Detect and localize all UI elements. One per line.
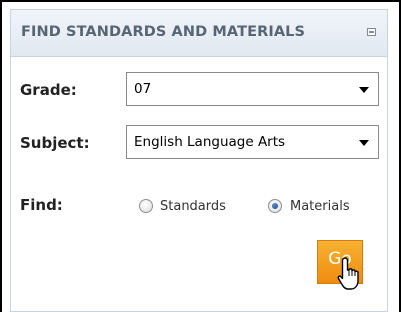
radio-standards[interactable]	[139, 199, 153, 213]
radio-materials-label[interactable]: Materials	[290, 199, 350, 214]
hand-pointer-icon	[337, 257, 359, 290]
frame-border-top	[0, 0, 401, 2]
subject-label: Subject:	[20, 134, 90, 152]
panel-title: FIND STANDARDS AND MATERIALS	[21, 24, 306, 40]
collapse-icon[interactable]	[367, 28, 376, 36]
find-label: Find:	[20, 196, 63, 214]
screenshot-frame: FIND STANDARDS AND MATERIALS Grade: 07 S…	[0, 0, 401, 312]
subject-select-value: English Language Arts	[134, 134, 286, 150]
grade-label: Grade:	[20, 81, 77, 99]
subject-select[interactable]: English Language Arts	[126, 125, 379, 159]
panel-header: FIND STANDARDS AND MATERIALS	[11, 10, 387, 57]
chevron-down-icon	[359, 87, 369, 93]
grade-select-value: 07	[134, 81, 152, 97]
frame-border-left	[0, 0, 2, 312]
radio-materials[interactable]	[268, 199, 282, 213]
radio-standards-label[interactable]: Standards	[160, 199, 226, 214]
chevron-down-icon	[359, 140, 369, 146]
grade-select[interactable]: 07	[126, 72, 379, 106]
